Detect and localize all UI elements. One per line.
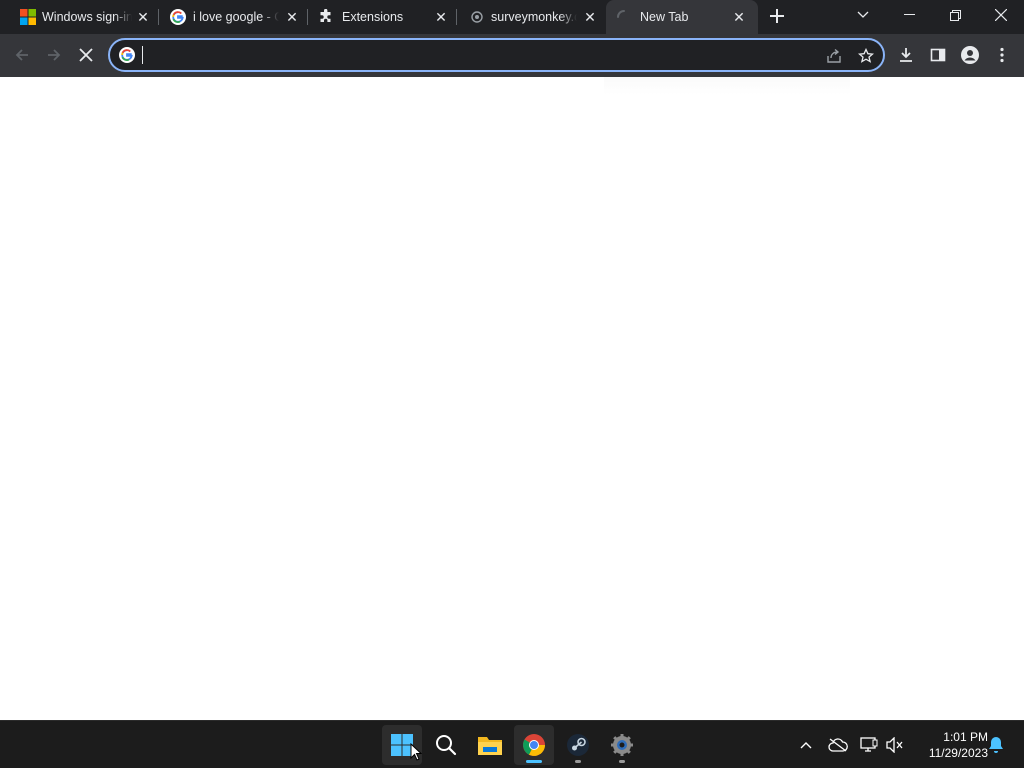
steam-taskbar-button[interactable] [558, 725, 598, 765]
active-app-indicator [526, 760, 542, 763]
tab-new-tab[interactable]: New Tab ✕ [606, 0, 758, 34]
text-cursor [142, 46, 143, 64]
close-window-button[interactable] [978, 0, 1024, 30]
close-icon [995, 9, 1007, 21]
bookmark-star-icon[interactable] [856, 46, 876, 66]
chrome-logo-icon [523, 734, 545, 756]
restore-button[interactable] [932, 0, 978, 30]
chevron-down-icon [857, 11, 869, 18]
google-g-icon [119, 47, 135, 63]
show-hidden-icons-button[interactable] [794, 733, 818, 757]
new-tab-button[interactable] [764, 5, 790, 29]
tab-strip: Windows sign-in ✕ i love google - Google… [0, 0, 1024, 34]
google-g-icon [170, 9, 186, 25]
onedrive-button[interactable] [826, 733, 850, 757]
address-input[interactable] [142, 45, 802, 65]
taskbar-search-button[interactable] [426, 725, 466, 765]
tab-close-icon[interactable]: ✕ [284, 9, 300, 25]
speaker-muted-icon [886, 737, 903, 753]
tab-close-icon[interactable]: ✕ [582, 9, 598, 25]
tab-surveymonkey[interactable]: surveymonkey.com ✕ [457, 0, 605, 34]
clock-time: 1:01 PM [943, 730, 988, 744]
tab-close-icon[interactable]: ✕ [135, 9, 151, 25]
settings-taskbar-button[interactable] [602, 725, 642, 765]
tab-title: Extensions [342, 10, 404, 24]
suggestion-dropdown-ghost [604, 77, 850, 95]
microsoft-logo-icon [20, 9, 36, 25]
volume-button[interactable] [883, 733, 907, 757]
tab-windows-sign-in[interactable]: Windows sign-in ✕ [8, 0, 158, 34]
notifications-button[interactable] [984, 733, 1008, 757]
cloud-offline-icon [828, 738, 848, 752]
tab-close-icon[interactable]: ✕ [433, 9, 449, 25]
forward-button[interactable] [40, 41, 68, 69]
side-panel-button[interactable] [924, 41, 952, 69]
more-vertical-icon [1000, 47, 1004, 63]
network-icon [860, 737, 878, 752]
plus-icon [770, 9, 784, 23]
gear-icon [611, 734, 633, 756]
minimize-button[interactable] [886, 0, 932, 30]
back-button[interactable] [8, 41, 36, 69]
chrome-taskbar-button[interactable] [514, 725, 554, 765]
restore-icon [949, 9, 961, 21]
tab-title: surveymonkey.com [491, 10, 577, 24]
tab-title: i love google - Google Search [193, 10, 279, 24]
loading-spinner-icon [616, 9, 632, 25]
address-bar[interactable] [108, 38, 885, 72]
minimize-icon [903, 14, 915, 15]
mouse-pointer-icon [410, 743, 422, 761]
arrow-left-icon [15, 49, 28, 61]
chevron-up-icon [800, 742, 812, 749]
page-content-area [0, 77, 1024, 720]
steam-logo-icon [567, 734, 589, 756]
close-icon [79, 48, 93, 62]
browser-window-frame: Windows sign-in ✕ i love google - Google… [0, 0, 1024, 77]
search-icon [436, 735, 457, 756]
system-clock[interactable]: 1:01 PM 11/29/2023 [912, 729, 988, 761]
downloads-button[interactable] [892, 41, 920, 69]
puzzle-icon [318, 8, 334, 25]
profile-avatar-icon [961, 46, 979, 64]
tab-close-icon[interactable]: ✕ [731, 9, 747, 25]
network-button[interactable] [857, 733, 881, 757]
profile-button[interactable] [956, 41, 984, 69]
stop-loading-button[interactable] [72, 41, 100, 69]
running-app-indicator [575, 760, 581, 763]
clock-date: 11/29/2023 [928, 746, 988, 760]
chrome-menu-button[interactable] [988, 41, 1016, 69]
download-icon [900, 48, 912, 62]
share-icon[interactable] [824, 46, 844, 66]
bell-icon [989, 737, 1003, 753]
folder-icon [478, 737, 502, 755]
tab-google-search[interactable]: i love google - Google Search ✕ [159, 0, 307, 34]
tab-search-button[interactable] [840, 0, 886, 30]
side-panel-icon [930, 48, 946, 62]
arrow-right-icon [48, 49, 61, 61]
tab-title: Windows sign-in [42, 10, 132, 24]
tab-extensions[interactable]: Extensions ✕ [308, 0, 456, 34]
running-app-indicator [619, 760, 625, 763]
file-explorer-button[interactable] [470, 725, 510, 765]
windows-taskbar: 1:01 PM 11/29/2023 [0, 720, 1024, 768]
tab-title: New Tab [640, 10, 689, 24]
globe-icon [469, 9, 485, 25]
